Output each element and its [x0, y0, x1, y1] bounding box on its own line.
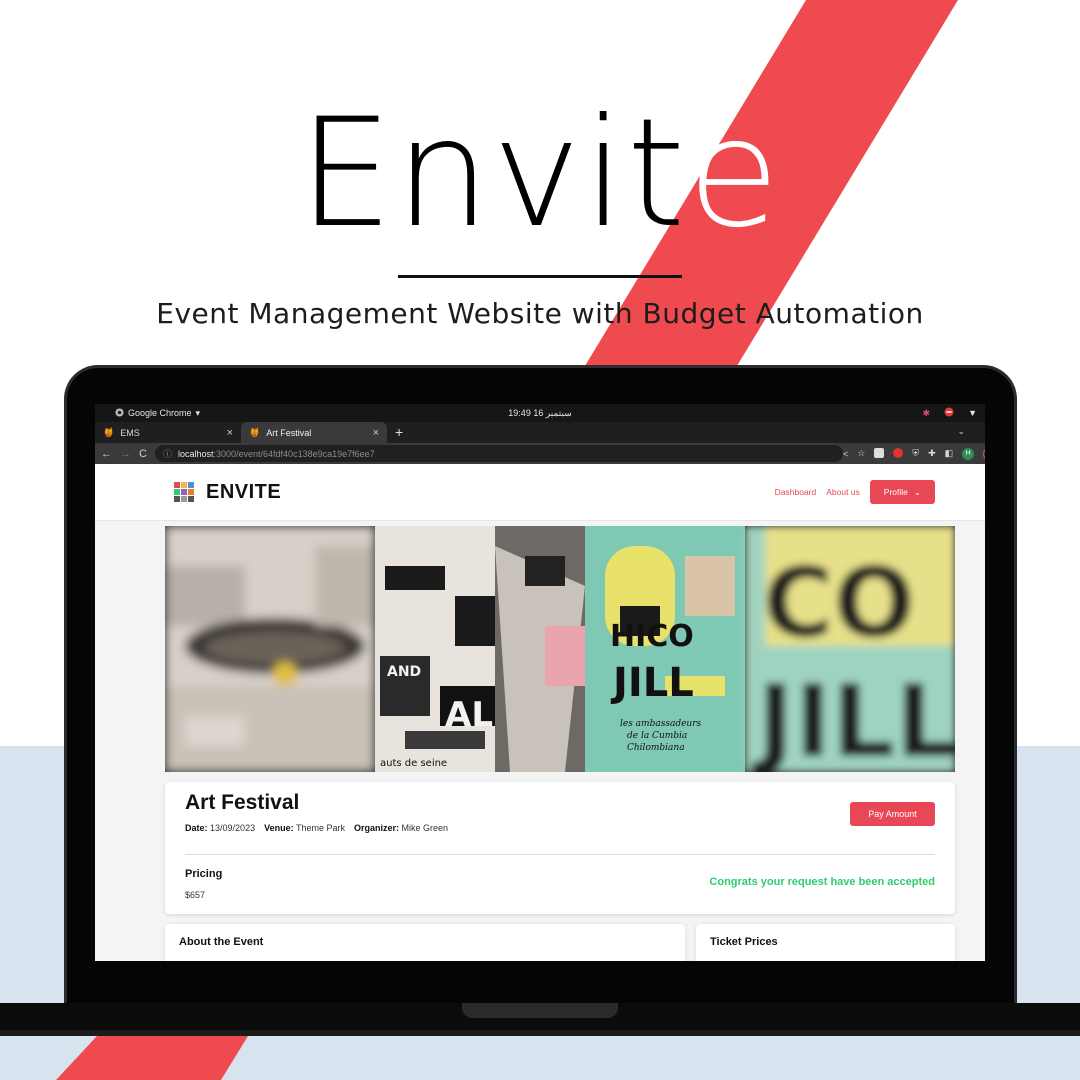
- poster-title: Envite: [0, 92, 1080, 257]
- banner-art-small-text: de la Cumbia: [627, 731, 687, 741]
- event-meta: Date: 13/09/2023 Venue: Theme Park Organ…: [185, 823, 448, 833]
- event-info-card: Art Festival Date: 13/09/2023 Venue: The…: [165, 782, 955, 914]
- banner-art-text: AND: [387, 664, 421, 680]
- banner-art-text: CO: [763, 547, 915, 659]
- laptop-notch: [462, 1003, 618, 1018]
- nav-dashboard-link[interactable]: Dashboard: [775, 487, 817, 497]
- back-arrow-icon[interactable]: ←: [101, 448, 112, 460]
- event-banner-image: HICO JILL les ambassadeurs de la Cumbia …: [165, 526, 955, 772]
- pay-amount-button[interactable]: Pay Amount: [850, 802, 935, 826]
- os-clock[interactable]: 19:49 16 سبتمبر: [95, 408, 985, 419]
- banner-art-text: JILL: [751, 663, 955, 772]
- site-info-icon[interactable]: ⓘ: [163, 447, 172, 460]
- site-brand[interactable]: ENVITE: [174, 481, 281, 504]
- organizer-label: Organizer:: [353, 823, 399, 833]
- banner-art-small-text: Chilombiana: [627, 743, 685, 753]
- close-icon[interactable]: ×: [227, 427, 233, 439]
- about-event-card: About the Event: [165, 924, 685, 961]
- url-input[interactable]: ⓘ localhost:3000/event/64fdf40c138e9ca19…: [154, 445, 843, 462]
- about-event-heading: About the Event: [179, 936, 264, 948]
- tab-art-festival[interactable]: 🍯 Art Festival ×: [241, 422, 387, 443]
- browser-address-bar: ← → C ⓘ localhost:3000/event/64fdf40c138…: [95, 443, 985, 464]
- puzzle-extensions-icon[interactable]: ✚: [928, 448, 936, 459]
- os-tray: ✱ ▼: [923, 407, 977, 419]
- wifi-icon[interactable]: ▼: [968, 408, 977, 418]
- event-organizer: Organizer: Mike Green: [354, 823, 448, 833]
- ems-favicon-icon: 🍯: [249, 427, 261, 437]
- brand-name: ENVITE: [206, 480, 282, 503]
- tab-title: Art Festival: [266, 427, 312, 438]
- poster-title-last: e: [687, 87, 782, 261]
- shield-icon[interactable]: ⛨: [912, 448, 919, 459]
- venue-value: Theme Park: [295, 823, 345, 833]
- banner-art-text: auts de seine: [380, 758, 447, 769]
- bookmark-star-icon[interactable]: ☆: [857, 448, 865, 459]
- profile-avatar-h[interactable]: H: [962, 447, 975, 460]
- ems-favicon-icon: 🍯: [103, 427, 115, 437]
- date-value: 13/09/2023: [210, 823, 256, 833]
- do-not-disturb-icon[interactable]: [944, 407, 954, 419]
- organizer-value: Mike Green: [401, 823, 449, 833]
- nav-links: Dashboard About us Profile ⌄: [775, 480, 935, 504]
- reload-icon[interactable]: C: [139, 448, 147, 460]
- close-icon[interactable]: ×: [373, 427, 379, 439]
- pricing-value: $657: [185, 890, 206, 900]
- poster-subtitle: Event Management Website with Budget Aut…: [156, 297, 924, 330]
- url-path: :3000/event/64fdf40c138e9ca19e7f6ee7: [213, 448, 375, 459]
- card-divider: [185, 854, 935, 855]
- side-panel-icon[interactable]: ◧: [945, 448, 954, 459]
- event-title: Art Festival: [185, 791, 300, 814]
- profile-avatar-u[interactable]: U: [983, 446, 985, 461]
- new-tab-button[interactable]: +: [387, 422, 411, 443]
- event-date: Date: 13/09/2023: [185, 823, 255, 833]
- url-host: localhost: [177, 448, 214, 459]
- site-navbar: ENVITE Dashboard About us Profile ⌄: [95, 464, 985, 521]
- banner-art-text: AL: [445, 695, 493, 735]
- tab-title: EMS: [120, 427, 140, 438]
- nav-about-link[interactable]: About us: [826, 487, 860, 497]
- toolbar-icons: < ☆ ⛨ ✚ ◧ H U: [843, 446, 985, 461]
- forward-arrow-icon[interactable]: →: [120, 448, 131, 460]
- browser-tab-bar: 🍯 EMS × 🍯 Art Festival × + ⌄: [95, 422, 985, 443]
- ticket-prices-heading: Ticket Prices: [710, 936, 778, 948]
- banner-art-text: HICO: [610, 619, 694, 654]
- banner-art-small-text: les ambassadeurs: [620, 719, 702, 729]
- envite-logo-icon: [174, 482, 194, 502]
- laptop-foot: [0, 1030, 1080, 1036]
- share-icon[interactable]: <: [843, 449, 848, 459]
- profile-dropdown-button[interactable]: Profile ⌄: [869, 480, 935, 504]
- poster-title-rule: [398, 275, 682, 278]
- pricing-label: Pricing: [185, 868, 223, 880]
- os-top-bar: Google Chrome ▾ 19:49 16 سبتمبر ✱ ▼: [95, 404, 985, 422]
- slack-icon[interactable]: ✱: [923, 408, 931, 419]
- chevron-down-icon: ⌄: [913, 486, 921, 497]
- event-venue: Venue: Theme Park: [264, 823, 345, 833]
- date-label: Date:: [185, 823, 208, 833]
- ticket-prices-card: Ticket Prices: [696, 924, 955, 961]
- poster-collage-image: HICO JILL les ambassadeurs de la Cumbia …: [165, 526, 955, 772]
- extension-icon[interactable]: [893, 447, 904, 460]
- profile-label: Profile: [883, 487, 908, 497]
- poster-title-main: Envit: [298, 87, 688, 261]
- tab-search-chevron-icon[interactable]: ⌄: [957, 426, 965, 437]
- web-page: ENVITE Dashboard About us Profile ⌄ HICO…: [95, 464, 985, 961]
- banner-art-text: JILL: [610, 660, 694, 706]
- tab-ems[interactable]: 🍯 EMS ×: [95, 422, 241, 443]
- venue-label: Venue:: [264, 823, 294, 833]
- extension-icon[interactable]: [874, 447, 885, 460]
- laptop-screen: Google Chrome ▾ 19:49 16 سبتمبر ✱ ▼ 🍯 EM…: [95, 404, 985, 961]
- request-status-message: Congrats your request have been accepted: [709, 876, 935, 888]
